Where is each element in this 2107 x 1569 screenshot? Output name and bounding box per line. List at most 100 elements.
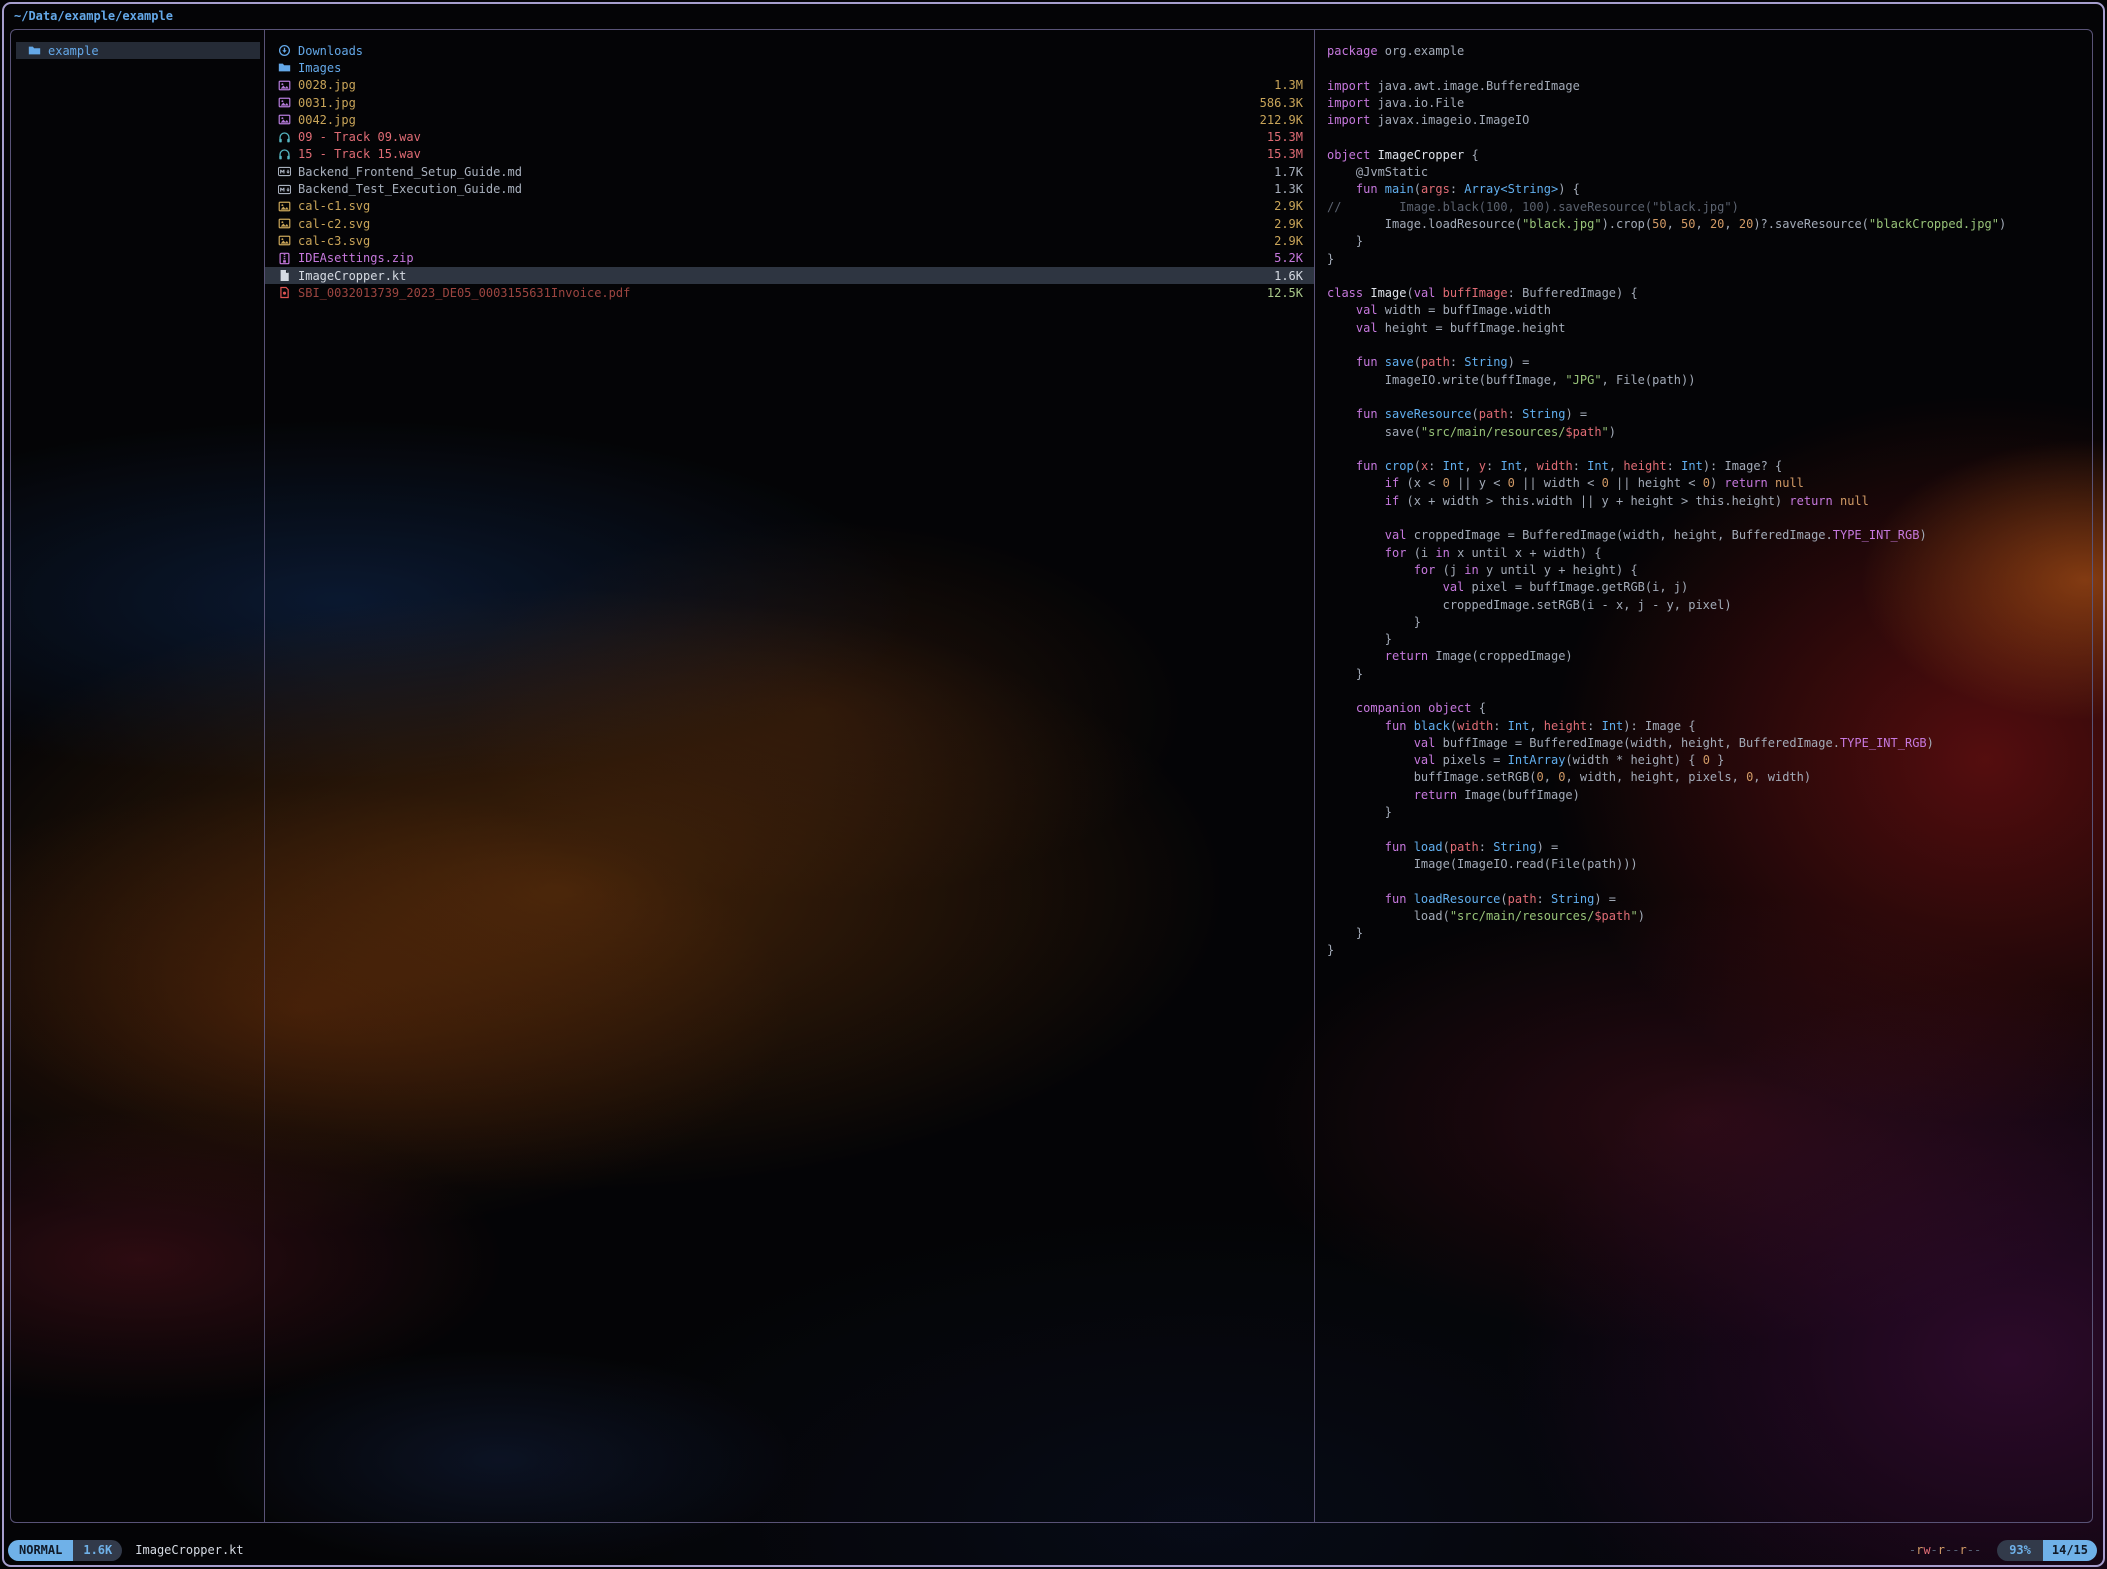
code-line: } — [1327, 942, 2092, 959]
folder-icon — [27, 44, 41, 57]
code-line: } — [1327, 614, 2092, 631]
file-row[interactable]: Images — [265, 59, 1314, 76]
file-size: 1.3K — [1274, 182, 1303, 196]
file-name: ImageCropper.kt — [298, 269, 406, 283]
folder-download-icon — [277, 44, 291, 57]
code-line: } — [1327, 631, 2092, 648]
archive-icon — [277, 252, 291, 265]
code-line: for (j in y until y + height) { — [1327, 562, 2092, 579]
image-icon — [277, 96, 291, 109]
file-name: SBI_0032013739_2023_DE05_0003155631Invoi… — [298, 286, 630, 300]
code-line — [1327, 389, 2092, 406]
file-name: example — [48, 44, 99, 58]
code-line: if (x + width > this.width || y + height… — [1327, 493, 2092, 510]
image-icon — [277, 234, 291, 247]
file-name: Backend_Frontend_Setup_Guide.md — [298, 165, 522, 179]
folder-icon — [277, 61, 291, 74]
mode-badge: NORMAL — [8, 1540, 73, 1561]
code-line: val height = buffImage.height — [1327, 320, 2092, 337]
file-size: 2.9K — [1274, 234, 1303, 248]
code-line: fun saveResource(path: String) = — [1327, 406, 2092, 423]
file-size-badge: 1.6K — [73, 1540, 122, 1561]
code-line — [1327, 268, 2092, 285]
file-name: cal-c1.svg — [298, 199, 370, 213]
code-line: fun black(width: Int, height: Int): Imag… — [1327, 718, 2092, 735]
code-line: croppedImage.setRGB(i - x, j - y, pixel) — [1327, 597, 2092, 614]
file-icon — [277, 269, 291, 282]
code-line — [1327, 60, 2092, 77]
image-icon — [277, 79, 291, 92]
file-row[interactable]: 0031.jpg586.3K — [265, 94, 1314, 111]
code-line: Image(ImageIO.read(File(path))) — [1327, 856, 2092, 873]
code-line: val croppedImage = BufferedImage(width, … — [1327, 527, 2092, 544]
file-row[interactable]: SBI_0032013739_2023_DE05_0003155631Invoi… — [265, 284, 1314, 301]
code-line: for (i in x until x + width) { — [1327, 545, 2092, 562]
file-row[interactable]: 0042.jpg 212.9K — [265, 111, 1314, 128]
file-row[interactable]: cal-c3.svg 2.9K — [265, 232, 1314, 249]
code-line: fun loadResource(path: String) = — [1327, 891, 2092, 908]
code-line — [1327, 510, 2092, 527]
yazi-file-manager: { "window": { "path": "~/Data/example/ex… — [0, 0, 2107, 1569]
code-line: companion object { — [1327, 700, 2092, 717]
file-name: 0042.jpg — [298, 113, 356, 127]
scroll-percent-badge: 93% — [1997, 1540, 2043, 1561]
file-name: Images — [298, 61, 341, 75]
code-line: val pixels = IntArray(width * height) { … — [1327, 752, 2092, 769]
file-row[interactable]: cal-c1.svg2.9K — [265, 198, 1314, 215]
code-line: @JvmStatic — [1327, 164, 2092, 181]
code-line: buffImage.setRGB(0, 0, width, height, pi… — [1327, 769, 2092, 786]
file-name: cal-c3.svg — [298, 234, 370, 248]
file-name: 0028.jpg — [298, 78, 356, 92]
file-size: 12.5K — [1267, 286, 1303, 300]
file-size: 2.9K — [1274, 217, 1303, 231]
markdown-icon — [277, 183, 291, 196]
code-line: fun save(path: String) = — [1327, 354, 2092, 371]
code-line: } — [1327, 233, 2092, 250]
file-name: 15 - Track 15.wav — [298, 147, 421, 161]
image-icon — [277, 217, 291, 230]
file-row[interactable]: ImageCropper.kt1.6K — [265, 267, 1314, 284]
file-row[interactable]: Backend_Frontend_Setup_Guide.md1.7K — [265, 163, 1314, 180]
code-line: Image.loadResource("black.jpg").crop(50,… — [1327, 216, 2092, 233]
code-line: import javax.imageio.ImageIO — [1327, 112, 2092, 129]
code-line: return Image(croppedImage) — [1327, 648, 2092, 665]
file-row[interactable]: IDEAsettings.zip5.2K — [265, 250, 1314, 267]
code-line: } — [1327, 666, 2092, 683]
file-size: 586.3K — [1260, 96, 1303, 110]
code-line: load("src/main/resources/$path") — [1327, 908, 2092, 925]
code-line: package org.example — [1327, 43, 2092, 60]
parent-directory-row[interactable]: example — [16, 42, 260, 59]
code-line: if (x < 0 || y < 0 || width < 0 || heigh… — [1327, 475, 2092, 492]
file-preview-pane[interactable]: package org.exampleimport java.awt.image… — [1315, 30, 2092, 1522]
file-name: IDEAsettings.zip — [298, 251, 414, 265]
file-name: Downloads — [298, 44, 363, 58]
cursor-position-badge: 14/15 — [2043, 1540, 2097, 1561]
code-line — [1327, 683, 2092, 700]
code-line: } — [1327, 251, 2092, 268]
file-row[interactable]: 15 - Track 15.wav 15.3M — [265, 146, 1314, 163]
file-size: 212.9K — [1260, 113, 1303, 127]
status-bar: NORMAL 1.6K ImageCropper.kt -rw-r--r-- 9… — [8, 1538, 2097, 1562]
file-size: 15.3M — [1267, 130, 1303, 144]
status-bar-right: -rw-r--r-- 93% 14/15 — [1909, 1540, 2097, 1561]
file-name: 09 - Track 09.wav — [298, 130, 421, 144]
code-line: object ImageCropper { — [1327, 147, 2092, 164]
code-line — [1327, 441, 2092, 458]
file-row[interactable]: Downloads — [265, 42, 1314, 59]
file-size: 1.3M — [1274, 78, 1303, 92]
code-line: } — [1327, 925, 2092, 942]
code-line: return Image(buffImage) — [1327, 787, 2092, 804]
current-path-text: ~/Data/example/example — [14, 9, 173, 23]
audio-icon — [277, 131, 291, 144]
code-line: val width = buffImage.width — [1327, 302, 2092, 319]
code-line: val buffImage = BufferedImage(width, hei… — [1327, 735, 2092, 752]
file-permissions: -rw-r--r-- — [1909, 1543, 1981, 1557]
code-line: import java.io.File — [1327, 95, 2092, 112]
file-row[interactable]: 0028.jpg 1.3M — [265, 77, 1314, 94]
code-line: val pixel = buffImage.getRGB(i, j) — [1327, 579, 2092, 596]
file-row[interactable]: cal-c2.svg2.9K — [265, 215, 1314, 232]
file-row[interactable]: 09 - Track 09.wav 15.3M — [265, 128, 1314, 145]
parent-directory-pane: example — [11, 30, 265, 1522]
file-size: 15.3M — [1267, 147, 1303, 161]
file-row[interactable]: Backend_Test_Execution_Guide.md1.3K — [265, 180, 1314, 197]
